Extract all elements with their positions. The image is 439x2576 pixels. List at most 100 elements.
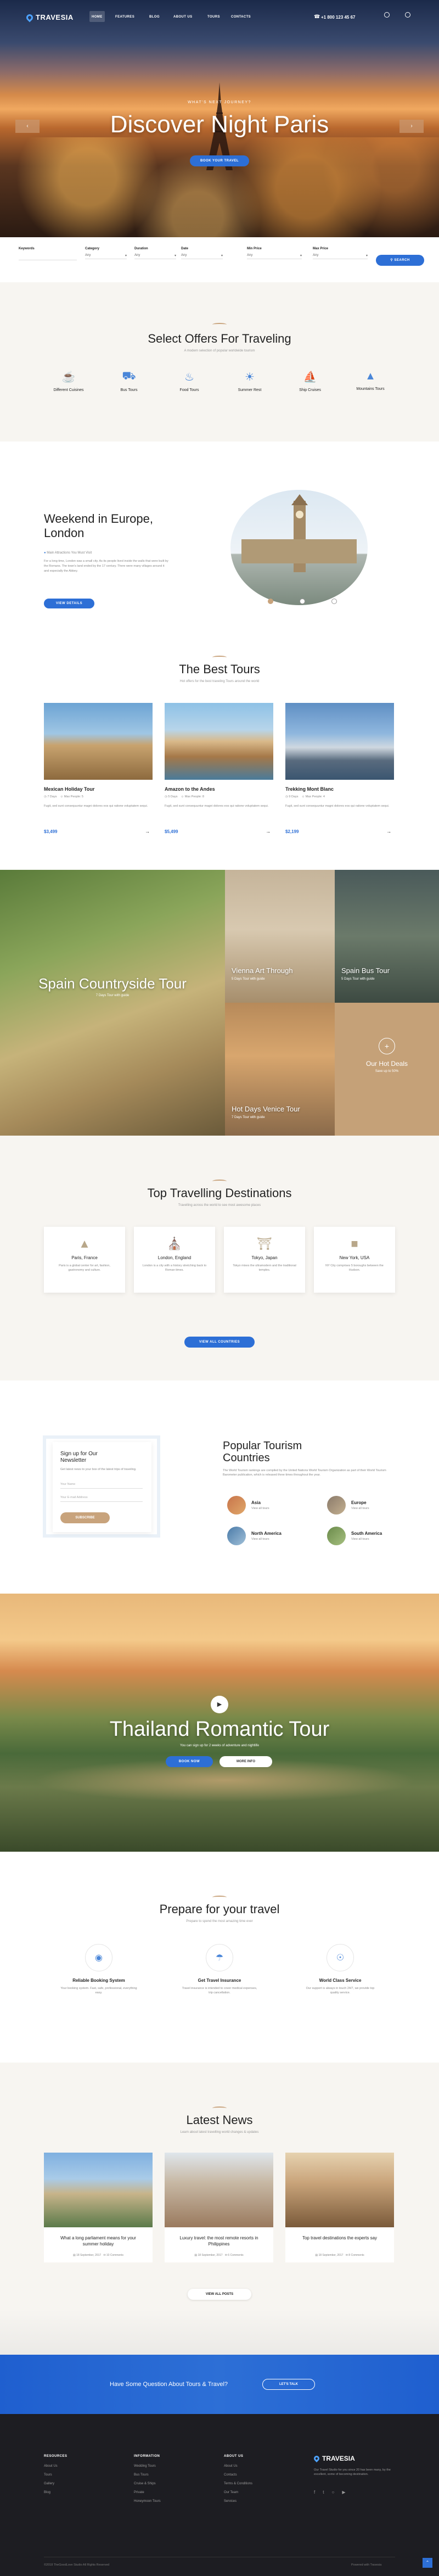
news-card[interactable]: What a long parliament means for your su… [44, 2153, 153, 2262]
plus-icon[interactable]: + [379, 1038, 395, 1054]
footer-logo-text[interactable]: TRAVESIA [322, 2455, 355, 2462]
scroll-top-button[interactable]: ⌃ [423, 2558, 432, 2568]
gallery-tile-spain-bus[interactable]: Spain Bus Tour 5 Days Tour with guide [335, 870, 439, 1003]
instagram-icon[interactable]: ○ [331, 2490, 334, 2495]
hero-cta-button[interactable]: BOOK YOUR TRAVEL [190, 155, 249, 166]
facebook-icon[interactable]: f [314, 2490, 315, 2495]
offer-item[interactable]: ▲ Mountains Tours [346, 370, 395, 391]
offer-item[interactable]: ⛵ Ship Cruises [285, 370, 335, 392]
search-field-min-price[interactable]: Min Price Any ▾ [247, 247, 302, 259]
view-all-countries-button[interactable]: VIEW ALL COUNTRIES [184, 1337, 255, 1348]
news-title[interactable]: Luxury travel: the most remote resorts i… [176, 2235, 262, 2247]
ship-icon: ⛵ [303, 371, 317, 383]
nav-item-blog[interactable]: BLOG [149, 15, 160, 19]
region-item[interactable]: Europe View all tours [327, 1496, 398, 1515]
footer-link[interactable]: Blog [44, 2491, 110, 2494]
slider-dot[interactable] [268, 599, 273, 604]
newsletter-name-input[interactable]: Your Name [60, 1483, 143, 1489]
tour-name[interactable]: Trekking Mont Blanc [285, 786, 334, 792]
weekend-cta-button[interactable]: VIEW DETAILS [44, 599, 94, 608]
footer-link[interactable]: About Us [44, 2465, 110, 2468]
hero-kicker: WHAT'S NEXT JOURNEY? [188, 100, 251, 104]
hero-next-button[interactable]: › [399, 120, 424, 133]
youtube-icon[interactable]: ▶ [342, 2490, 345, 2495]
footer-link[interactable]: Cruise & Ships [134, 2482, 200, 2485]
footer-link[interactable]: Tours [44, 2473, 110, 2477]
destination-name: London, England [157, 1255, 192, 1260]
offer-item[interactable]: ♨ Food Tours [165, 370, 214, 392]
footer-link[interactable]: Gallery [44, 2482, 110, 2485]
tour-name[interactable]: Mexican Holiday Tour [44, 786, 94, 792]
news-title[interactable]: Top travel destinations the experts say [296, 2235, 383, 2241]
gallery-tile-venice[interactable]: Hot Days Venice Tour 7 Days Tour with gu… [225, 1003, 335, 1136]
tour-name[interactable]: Amazon to the Andes [165, 786, 215, 792]
nav-item-tours[interactable]: TOURS [207, 15, 220, 19]
twitter-icon[interactable]: t [323, 2490, 324, 2495]
slider-dot[interactable] [300, 599, 305, 604]
search-field-max-price[interactable]: Max Price Any ▾ [313, 247, 368, 259]
search-input[interactable] [19, 256, 77, 260]
news-card[interactable]: Top travel destinations the experts say … [285, 2153, 394, 2262]
book-now-button[interactable]: BOOK NOW [166, 1756, 213, 1767]
offer-item[interactable]: ☀ Summer Rest [225, 370, 274, 392]
news-image [165, 2153, 273, 2227]
region-item[interactable]: North America View all tours [227, 1527, 299, 1545]
logo[interactable]: TRAVESIA [25, 13, 74, 22]
destination-card[interactable]: ▲ Paris, France Paris is a global center… [44, 1227, 125, 1293]
nav-item-home[interactable]: HOME [92, 15, 103, 19]
subscribe-button[interactable]: SUBSCRIBE [60, 1512, 110, 1523]
newsletter-email-input[interactable]: Your E-mail Address [60, 1496, 143, 1502]
footer-link[interactable]: Wedding Tours [134, 2465, 200, 2468]
region-item[interactable]: South America View all tours [327, 1527, 398, 1545]
arrow-right-icon[interactable]: → [266, 829, 271, 834]
search-field-category[interactable]: Category Any ▾ [85, 247, 127, 259]
arrow-right-icon[interactable]: → [145, 829, 150, 834]
hero-prev-button[interactable]: ‹ [15, 120, 40, 133]
tour-card[interactable]: Amazon to the Andes ◷ 5 Days ☺ Max Peopl… [165, 703, 273, 840]
search-field-duration[interactable]: Duration Any ▾ [134, 247, 176, 259]
search-field-date[interactable]: Date Any ▾ [181, 247, 223, 259]
region-item[interactable]: Asia View all tours [227, 1496, 299, 1515]
logo-pin-icon [312, 2454, 321, 2463]
news-title[interactable]: What a long parliament means for your su… [55, 2235, 142, 2247]
footer-link[interactable]: Terms & Conditions [224, 2482, 290, 2485]
slider-dot[interactable] [331, 599, 337, 604]
tour-card[interactable]: Trekking Mont Blanc ◷ 9 Days ☺ Max Peopl… [285, 703, 394, 840]
tour-text: Fugit, sed sunt consequuntur magni dolor… [165, 804, 269, 808]
offer-item[interactable]: ⛟ Bus Tours [104, 370, 154, 392]
footer-link[interactable]: Our Team [224, 2491, 290, 2494]
offer-item[interactable]: ☕ Different Cuisines [44, 370, 93, 392]
nav-item-about[interactable]: ABOUT US [173, 15, 193, 19]
news-image [285, 2153, 394, 2227]
nav-item-contacts[interactable]: CONTACTS [231, 15, 251, 19]
phone-number[interactable]: +1 800 123 45 67 [321, 15, 356, 20]
gallery-tile-vienna[interactable]: Vienna Art Through 5 Days Tour with guid… [225, 870, 335, 1003]
news-meta: ▤ 18 September, 2017 ✉ 8 Comments [315, 2254, 364, 2257]
footer-link[interactable]: Services [224, 2500, 290, 2503]
footer-link[interactable]: Bus Tours [134, 2473, 200, 2477]
arrow-right-icon[interactable]: → [386, 829, 391, 834]
search-button[interactable]: ⚲ SEARCH [376, 255, 424, 266]
gallery-tile-spain[interactable]: Spain Countryside Tour 7 Days Tour with … [0, 870, 225, 1136]
user-icon[interactable] [405, 12, 410, 18]
tour-card[interactable]: Mexican Holiday Tour ◷ 7 Days ☺ Max Peop… [44, 703, 153, 840]
footer-link[interactable]: About Us [224, 2465, 290, 2468]
nav-item-features[interactable]: FEATURES [115, 15, 134, 19]
footer-link[interactable]: Contacts [224, 2473, 290, 2477]
skyline-icon: ■ [351, 1237, 358, 1250]
search-icon[interactable] [384, 12, 390, 18]
footer-link[interactable]: Honeymoon Tours [134, 2500, 200, 2503]
destination-card[interactable]: ⛪ London, England London is a city with … [134, 1227, 215, 1293]
play-button[interactable]: ▶ [211, 1696, 228, 1713]
tour-price: $2,199 [285, 829, 299, 834]
search-field-keywords[interactable]: Keywords [19, 247, 77, 260]
more-info-button[interactable]: MORE INFO [219, 1756, 272, 1767]
news-card[interactable]: Luxury travel: the most remote resorts i… [165, 2153, 273, 2262]
gallery-tile-hot-deals[interactable]: + Our Hot Deals Save up to 50% [335, 1003, 439, 1136]
destination-card[interactable]: ■ New York, USA NY City comprises 5 boro… [314, 1227, 395, 1293]
lets-talk-button[interactable]: LET'S TALK [262, 2379, 315, 2390]
footer-column-title: RESOURCES [44, 2455, 67, 2458]
footer-link[interactable]: Private [134, 2491, 200, 2494]
view-all-posts-button[interactable]: VIEW ALL POSTS [188, 2289, 251, 2300]
destination-card[interactable]: ⛩ Tokyo, Japan Tokyo mixes the ultramode… [224, 1227, 305, 1293]
